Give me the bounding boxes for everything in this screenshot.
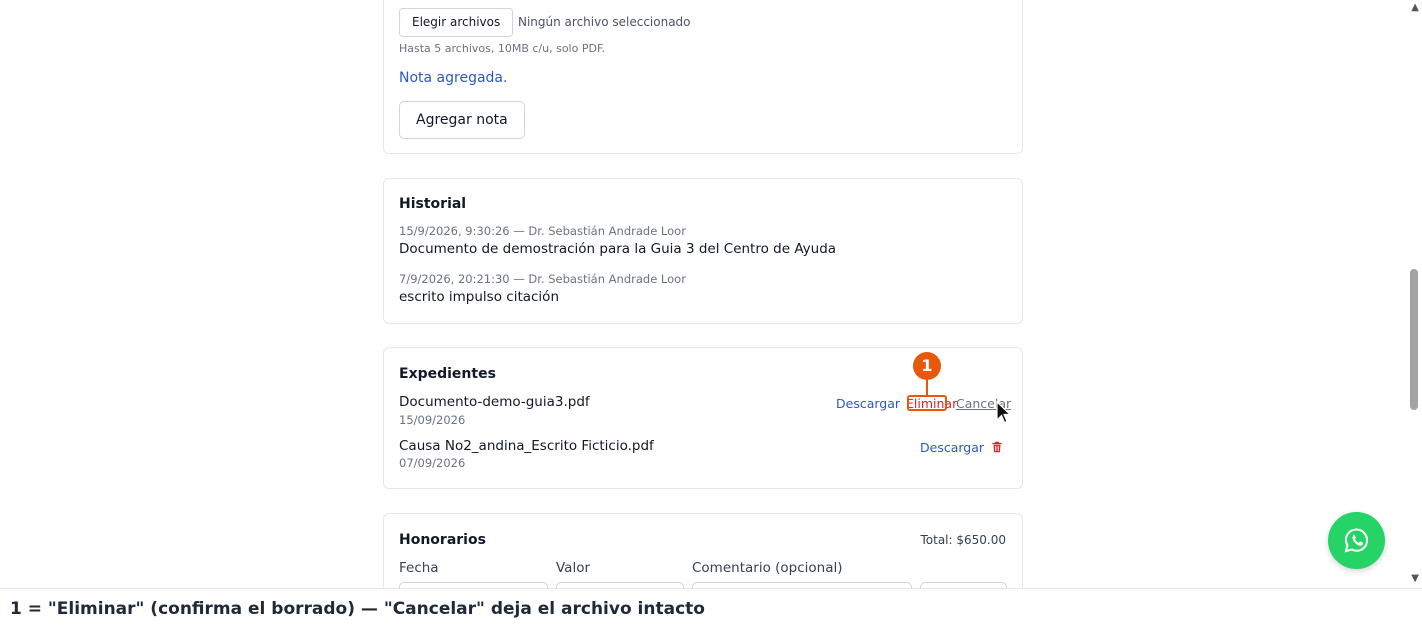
note-added-message: Nota agregada. [399, 70, 508, 86]
scroll-down-arrow-icon[interactable]: ▼ [1411, 573, 1419, 584]
history-entry-text: escrito impulso citación [399, 289, 559, 305]
file-name: Documento-demo-guia3.pdf [399, 394, 590, 410]
file-date: 07/09/2026 [399, 456, 466, 470]
whatsapp-chat-button[interactable] [1328, 512, 1385, 569]
files-title: Expedientes [399, 366, 496, 382]
annotation-caption: 1 = "Eliminar" (confirma el borrado) — "… [10, 599, 705, 619]
notes-card: Elegir archivos Ningún archivo seleccion… [383, 0, 1023, 154]
history-entry-meta: 7/9/2026, 20:21:30 — Dr. Sebastián Andra… [399, 272, 686, 286]
fees-total: Total: $650.00 [920, 533, 1006, 547]
download-link[interactable]: Descargar [920, 440, 984, 455]
history-card: Historial 15/9/2026, 9:30:26 — Dr. Sebas… [383, 178, 1023, 324]
page-scrollbar[interactable]: ▲ ▼ [1407, 0, 1422, 588]
date-column-label: Fecha [399, 560, 439, 576]
fees-card: Honorarios Total: $650.00 Fecha Valor Co… [383, 513, 1023, 588]
choose-files-button[interactable]: Elegir archivos [399, 8, 514, 37]
value-column-label: Valor [556, 560, 591, 576]
fees-title: Honorarios [399, 532, 486, 548]
file-date: 15/09/2026 [399, 413, 466, 427]
file-name: Causa No2_andina_Escrito Ficticio.pdf [399, 438, 654, 454]
annotation-highlight-box [907, 395, 947, 411]
history-title: Historial [399, 196, 467, 212]
annotation-badge: 1 [913, 352, 941, 380]
scrollbar-thumb[interactable] [1410, 269, 1418, 410]
download-link[interactable]: Descargar [836, 396, 900, 411]
trash-icon[interactable] [990, 440, 1004, 454]
history-entry-text: Documento de demostración para la Guia 3… [399, 241, 837, 257]
add-note-button[interactable]: Agregar nota [399, 101, 525, 139]
history-entry-meta: 15/9/2026, 9:30:26 — Dr. Sebastián Andra… [399, 224, 686, 238]
caption-bar: 1 = "Eliminar" (confirma el borrado) — "… [0, 588, 1422, 634]
mouse-pointer-icon [996, 401, 1012, 424]
comment-column-label: Comentario (opcional) [692, 560, 843, 576]
page-viewport: Elegir archivos Ningún archivo seleccion… [0, 0, 1422, 588]
scroll-up-arrow-icon[interactable]: ▲ [1411, 2, 1419, 13]
upload-hint: Hasta 5 archivos, 10MB c/u, solo PDF. [399, 42, 606, 55]
no-file-selected-text: Ningún archivo seleccionado [518, 15, 691, 29]
whatsapp-icon [1344, 528, 1369, 553]
